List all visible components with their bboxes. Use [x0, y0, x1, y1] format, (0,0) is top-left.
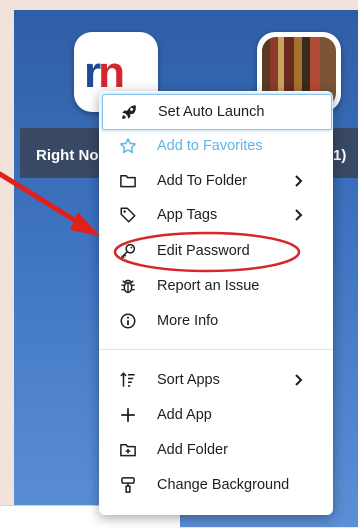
folder-icon	[120, 175, 136, 188]
app-label-left: Right No	[36, 147, 99, 164]
paint-roller-icon	[121, 477, 135, 493]
menu-item-change-background[interactable]: Change Background	[99, 468, 333, 502]
sort-icon	[120, 372, 135, 387]
chevron-right-icon	[295, 374, 303, 386]
menu-item-label: App Tags	[157, 207, 218, 223]
menu-item-add-to-favorites[interactable]: Add to Favorites	[99, 129, 333, 163]
plus-icon	[121, 408, 135, 422]
highlight-ellipse	[113, 231, 301, 273]
menu-item-label: Add App	[157, 407, 212, 423]
menu-item-label: Report an Issue	[157, 278, 260, 294]
menu-item-report-an-issue[interactable]: Report an Issue	[99, 269, 333, 303]
menu-item-label: Sort Apps	[157, 372, 220, 388]
bug-icon	[121, 279, 135, 294]
red-arrow-annotation	[0, 171, 100, 236]
menu-item-app-tags[interactable]: App Tags	[99, 198, 333, 232]
menu-divider	[99, 349, 333, 350]
menu-item-label: Add Folder	[157, 442, 228, 458]
tag-icon	[120, 207, 136, 223]
menu-item-add-folder[interactable]: Add Folder	[99, 433, 333, 467]
menu-item-set-auto-launch[interactable]: Set Auto Launch	[102, 94, 332, 130]
chevron-right-icon	[295, 175, 303, 187]
menu-item-sort-apps[interactable]: Sort Apps	[99, 363, 333, 397]
menu-item-label: Set Auto Launch	[158, 104, 265, 120]
menu-item-add-to-folder[interactable]: Add To Folder	[99, 164, 333, 198]
info-icon	[120, 313, 136, 329]
menu-item-label: Change Background	[157, 477, 290, 493]
add-folder-icon	[120, 444, 136, 457]
context-menu: Set Auto Launch Add to Favorites Add To …	[99, 91, 333, 515]
menu-item-label: Add To Folder	[157, 173, 248, 189]
menu-item-label: More Info	[157, 313, 219, 329]
app-label-right: 1)	[333, 147, 347, 164]
menu-item-label: Add to Favorites	[157, 138, 263, 154]
chevron-right-icon	[295, 209, 303, 221]
rocket-icon	[122, 105, 136, 119]
menu-item-add-app[interactable]: Add App	[99, 398, 333, 432]
menu-item-more-info[interactable]: More Info	[99, 304, 333, 338]
star-icon	[120, 138, 136, 154]
